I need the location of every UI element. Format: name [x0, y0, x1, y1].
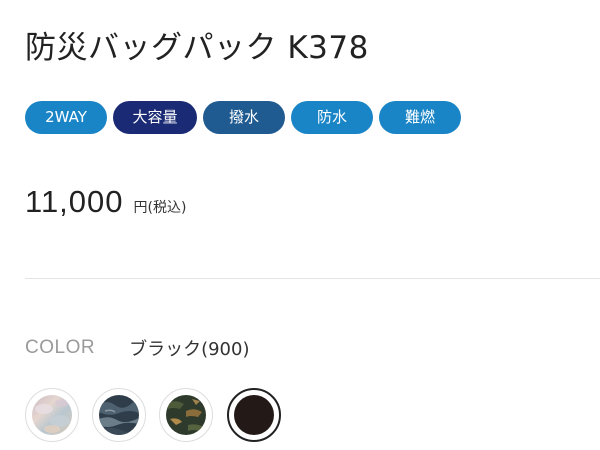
swatch-green-camo[interactable]	[159, 388, 213, 442]
swatch-navy-camo-image	[99, 395, 139, 435]
swatch-light-pattern-image	[32, 395, 72, 435]
color-label: COLOR	[25, 337, 96, 358]
swatch-light-pattern[interactable]	[25, 388, 79, 442]
price-amount: 11,000	[25, 184, 124, 219]
swatch-black[interactable]	[227, 388, 281, 442]
swatch-navy-camo[interactable]	[92, 388, 146, 442]
price-unit: 円(税込)	[133, 200, 187, 216]
product-page: 防災バッグパック K378 2WAY 大容量 撥水 防水 難燃 11,000 円…	[0, 0, 600, 450]
tag-water-repellent: 撥水	[203, 101, 285, 134]
swatch-black-image	[234, 395, 274, 435]
swatch-green-camo-image	[166, 395, 206, 435]
product-title: 防災バッグパック K378	[25, 30, 369, 66]
tag-2way: 2WAY	[25, 101, 107, 134]
selected-color-name: ブラック(900)	[129, 339, 250, 360]
divider	[25, 278, 600, 279]
tag-large-capacity: 大容量	[113, 101, 197, 134]
feature-tags: 2WAY 大容量 撥水 防水 難燃	[25, 101, 461, 134]
tag-waterproof: 防水	[291, 101, 373, 134]
color-swatches	[25, 388, 295, 444]
tag-flame-retardant: 難燃	[379, 101, 461, 134]
color-selector-header: COLOR ブラック(900)	[25, 335, 249, 361]
price: 11,000 円(税込)	[25, 184, 186, 220]
